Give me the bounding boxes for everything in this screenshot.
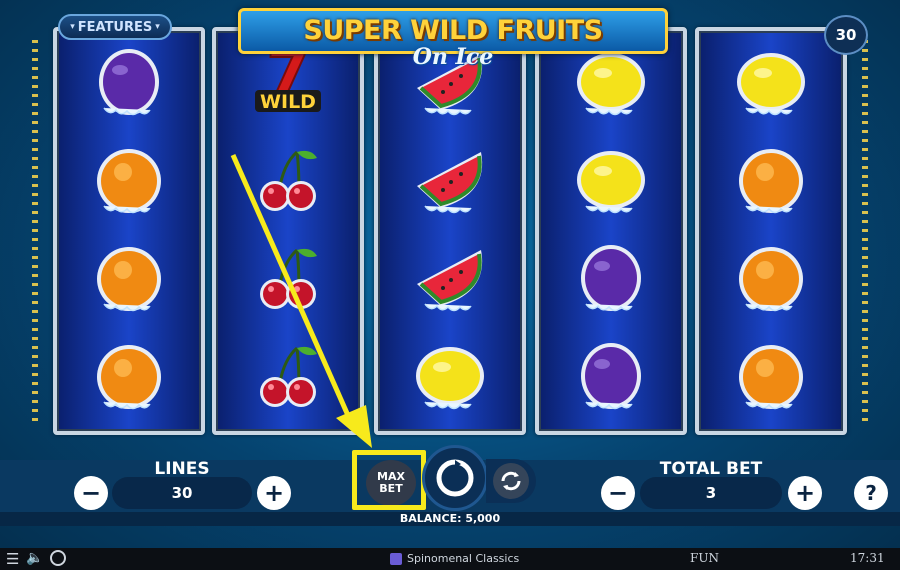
- game-title: SUPER WILD FRUITS: [303, 15, 603, 46]
- plus-icon: +: [263, 479, 285, 507]
- bet-decrease-button[interactable]: −: [601, 476, 635, 510]
- help-button[interactable]: ?: [854, 476, 888, 510]
- minus-icon: −: [607, 479, 629, 507]
- chevron-down-icon: ▾: [70, 22, 75, 32]
- autoplay-button[interactable]: [486, 459, 536, 503]
- minus-icon: −: [80, 479, 102, 507]
- plum-symbol: [572, 338, 650, 416]
- chevron-down-icon: ▾: [155, 22, 160, 32]
- bet-increase-button[interactable]: +: [788, 476, 822, 510]
- right-light-strip: [862, 40, 868, 425]
- lines-value: 30: [112, 477, 252, 509]
- plum-symbol: [572, 240, 650, 318]
- left-light-strip: [32, 40, 38, 425]
- game-logo: SUPER WILD FRUITS On Ice: [238, 8, 668, 70]
- cherry-symbol: [249, 142, 327, 220]
- orange-symbol: [732, 338, 810, 416]
- sound-icon[interactable]: 🔈: [26, 550, 43, 566]
- watermelon-symbol: [411, 142, 489, 220]
- watermelon-symbol: [411, 240, 489, 318]
- lemon-symbol: [732, 44, 810, 122]
- game-subtitle: On Ice: [412, 44, 494, 70]
- features-label: FEATURES: [77, 19, 153, 35]
- lemon-symbol: [411, 338, 489, 416]
- balance-display: BALANCE: 5,000: [399, 512, 501, 525]
- wild-label: WILD: [260, 91, 316, 113]
- max-bet-highlight-box: [352, 450, 426, 510]
- reel-1: [53, 27, 205, 435]
- brand-logo-icon: [390, 553, 402, 565]
- plus-icon: +: [794, 479, 816, 507]
- orange-symbol: [732, 142, 810, 220]
- clock: 17:31: [850, 551, 885, 565]
- lines-increase-button[interactable]: +: [257, 476, 291, 510]
- orange-symbol: [732, 240, 810, 318]
- autoplay-icon: [501, 471, 521, 491]
- lines-decrease-button[interactable]: −: [74, 476, 108, 510]
- reel-4: [535, 27, 687, 435]
- lines-label: LINES: [154, 459, 210, 479]
- cherry-symbol: [249, 338, 327, 416]
- orange-symbol: [90, 142, 168, 220]
- plum-symbol: [90, 44, 168, 122]
- total-bet-label: TOTAL BET: [659, 459, 763, 479]
- help-icon: ?: [865, 481, 877, 505]
- brand-label: Spinomenal Classics: [407, 552, 520, 565]
- turbo-icon[interactable]: [50, 550, 66, 566]
- menu-icon[interactable]: ☰: [6, 550, 19, 568]
- reel-2: 7 WILD: [212, 27, 364, 435]
- paylines-badge[interactable]: 30: [824, 15, 868, 55]
- reel-5: [695, 27, 847, 435]
- features-button[interactable]: ▾ FEATURES ▾: [58, 14, 172, 40]
- cherry-symbol: [249, 240, 327, 318]
- spin-icon: [436, 459, 474, 497]
- status-bar: ☰ 🔈 Spinomenal Classics FUN 17:31: [0, 548, 900, 570]
- orange-symbol: [90, 240, 168, 318]
- orange-symbol: [90, 338, 168, 416]
- reel-3: [374, 27, 526, 435]
- spin-button[interactable]: [422, 445, 488, 511]
- mode-label: FUN: [690, 551, 719, 565]
- total-bet-value: 3: [640, 477, 782, 509]
- lemon-symbol: [572, 142, 650, 220]
